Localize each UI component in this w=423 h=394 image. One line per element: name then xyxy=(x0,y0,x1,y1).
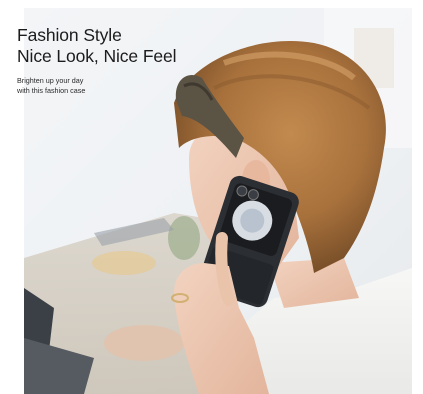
headline-line-1: Fashion Style xyxy=(17,25,122,45)
subtext-line-1: Brighten up your day xyxy=(17,76,84,85)
subtext: Brighten up your day with this fashion c… xyxy=(17,76,85,96)
headline-line-2: Nice Look, Nice Feel xyxy=(17,46,177,66)
headline: Fashion Style Nice Look, Nice Feel xyxy=(17,25,177,67)
subtext-line-2: with this fashion case xyxy=(17,86,86,95)
